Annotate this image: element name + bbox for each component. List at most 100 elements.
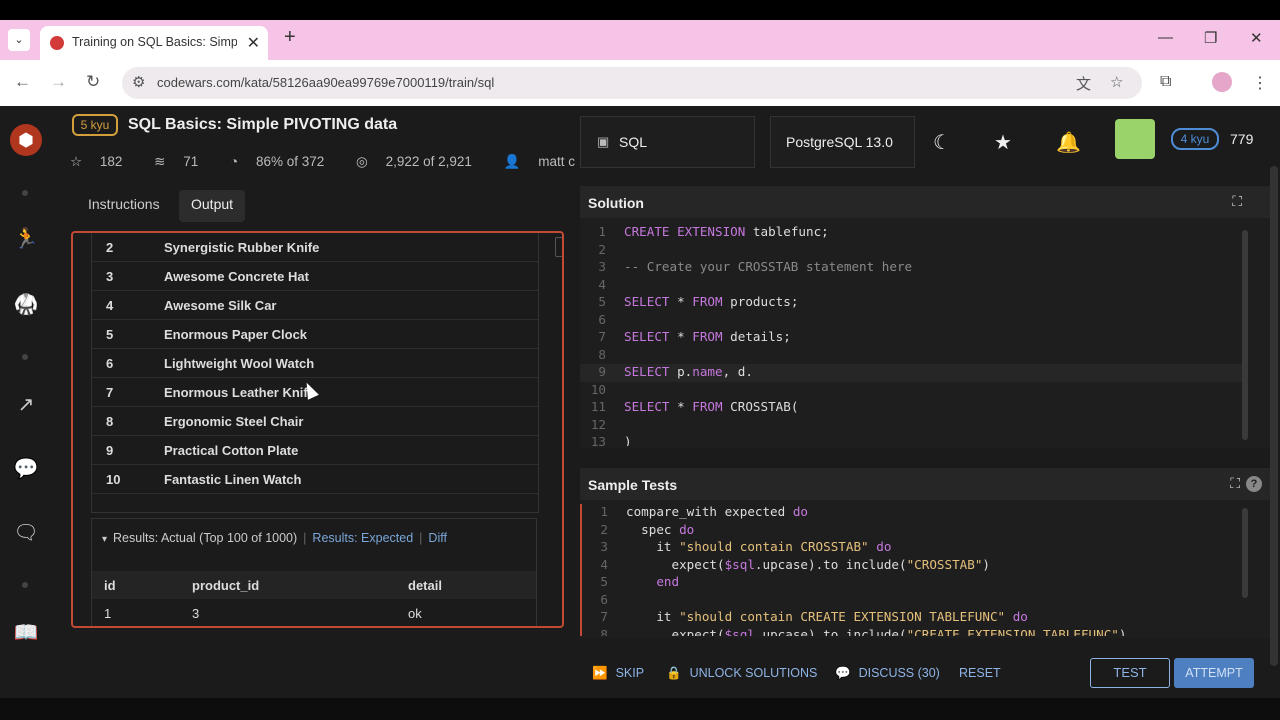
practice-icon[interactable]: 🏃 bbox=[13, 226, 39, 251]
kumite-icon[interactable]: 🥋 bbox=[13, 292, 39, 317]
skip-button[interactable]: ⏩ SKIP bbox=[592, 666, 644, 681]
code-line: 8 bbox=[598, 346, 606, 362]
kata-title[interactable]: SQL Basics: Simple PIVOTING data bbox=[128, 116, 397, 134]
collections-stat: ≋ 71 bbox=[154, 154, 199, 169]
url-text: codewars.com/kata/58126aa90ea99769e70001… bbox=[157, 75, 495, 90]
code-line-active: 9 SELECT p.name, d. bbox=[580, 364, 1245, 382]
close-tab-icon[interactable]: ✕ bbox=[247, 33, 260, 53]
bookmark-star-icon[interactable]: ☆ bbox=[1110, 73, 1123, 91]
codewars-favicon-icon bbox=[50, 36, 64, 50]
stars-stat: ☆ 182 bbox=[70, 154, 123, 169]
page-scrollbar[interactable] bbox=[1270, 166, 1278, 666]
restore-icon[interactable]: ❐ bbox=[1204, 29, 1217, 47]
solution-title: Solution bbox=[588, 195, 644, 211]
profile-avatar[interactable] bbox=[1212, 72, 1232, 92]
browser-toolbar: ← → ↻ ⚙ codewars.com/kata/58126aa90ea997… bbox=[0, 60, 1280, 106]
user-icon: 👤 bbox=[503, 154, 521, 169]
solution-editor[interactable]: 1 CREATE EXTENSION tablefunc; 2 3 -- Creat… bbox=[580, 224, 1245, 446]
skip-icon: ⏩ bbox=[592, 666, 608, 680]
reset-button[interactable]: RESET bbox=[959, 666, 1001, 680]
new-tab-button[interactable]: + bbox=[284, 26, 296, 49]
language-label: SQL bbox=[619, 134, 648, 150]
expand-icon[interactable]: ⛶ bbox=[1230, 475, 1240, 492]
solution-scrollbar[interactable] bbox=[1242, 230, 1248, 440]
address-bar[interactable]: ⚙ codewars.com/kata/58126aa90ea99769e700… bbox=[122, 67, 1142, 99]
code-line: 1 CREATE EXTENSION tablefunc; bbox=[598, 224, 829, 239]
discuss-button[interactable]: 💬 DISCUSS (30) bbox=[835, 666, 940, 681]
output-panel: 2 Synergistic Rubber Knife 3 Awesome Concr… bbox=[71, 231, 564, 628]
code-line: 1 compare_with expected do bbox=[600, 504, 808, 519]
bookmark-icon[interactable]: ★ bbox=[994, 130, 1012, 155]
back-icon[interactable]: ← bbox=[14, 72, 31, 92]
forward-icon[interactable]: → bbox=[50, 72, 67, 92]
help-icon[interactable]: ? bbox=[1246, 476, 1262, 492]
table-row: 9 Practical Cotton Plate bbox=[92, 436, 538, 465]
code-line: 5 end bbox=[600, 574, 680, 589]
tests-header: Sample Tests ⛶ ? bbox=[580, 468, 1270, 500]
tab-instructions[interactable]: Instructions bbox=[76, 190, 172, 222]
code-line: 6 bbox=[600, 591, 608, 607]
honor-count: 779 bbox=[1230, 131, 1254, 147]
leaderboards-icon[interactable]: ↗ bbox=[13, 392, 39, 417]
browser-tab-title: Training on SQL Basics: Simple P bbox=[72, 35, 237, 49]
sample-tests-panel: Sample Tests ⛶ ? 1 compare_with expected … bbox=[580, 468, 1270, 638]
author-stat[interactable]: 👤 matt c bbox=[504, 154, 589, 169]
code-line: 5 SELECT * FROM products; bbox=[598, 294, 799, 309]
diff-link[interactable]: Diff bbox=[428, 531, 447, 545]
code-line: 4 expect($sql.upcase).to include("CROSST… bbox=[600, 556, 990, 572]
code-line: 2 bbox=[598, 241, 606, 257]
reload-icon[interactable]: ↻ bbox=[86, 72, 100, 92]
user-avatar[interactable] bbox=[1115, 119, 1155, 159]
results-actual-label[interactable]: Results: Actual (Top 100 of 1000) bbox=[113, 531, 297, 545]
browser-menu-icon[interactable]: ⋮ bbox=[1252, 73, 1268, 93]
results-expected-link[interactable]: Results: Expected bbox=[312, 531, 413, 545]
satisfaction-stat: ◔ 86% of 372 bbox=[230, 154, 325, 169]
language-select[interactable]: ▣ SQL bbox=[580, 116, 755, 168]
output-scrollbar[interactable] bbox=[555, 237, 562, 257]
code-line: 4 bbox=[598, 276, 606, 292]
collections-icon: ≋ bbox=[154, 154, 166, 169]
unlock-solutions-button[interactable]: 🔒 UNLOCK SOLUTIONS bbox=[666, 666, 817, 681]
codewars-logo-icon[interactable]: ⬢ bbox=[10, 124, 42, 156]
database-icon: ▣ bbox=[597, 134, 610, 149]
tab-list-button[interactable]: ⌄ bbox=[8, 29, 30, 51]
version-select[interactable]: PostgreSQL 13.0 bbox=[770, 116, 915, 168]
editor-toolbar: ▣ SQL PostgreSQL 13.0 ☾ ★ 🔔 4 kyu 779 bbox=[580, 116, 1280, 168]
bell-icon[interactable]: 🔔 bbox=[1056, 130, 1081, 155]
code-line: 7 SELECT * FROM details; bbox=[598, 329, 791, 344]
chat-icon[interactable]: 💬 bbox=[13, 456, 39, 481]
code-line: 10 bbox=[590, 381, 606, 397]
star-icon: ☆ bbox=[70, 154, 83, 169]
code-line: 6 bbox=[598, 311, 606, 327]
chevron-down-icon[interactable]: ▾ bbox=[102, 534, 107, 545]
minimize-icon[interactable]: — bbox=[1158, 29, 1173, 46]
table-row: 2 Synergistic Rubber Knife bbox=[92, 233, 538, 262]
screen: ⌄ Training on SQL Basics: Simple P ✕ + —… bbox=[0, 0, 1280, 720]
solution-panel: Solution ⛶ 1 CREATE EXTENSION tablefunc; … bbox=[580, 186, 1270, 448]
window-close-icon[interactable]: ✕ bbox=[1250, 29, 1263, 47]
table-row: 10 Fantastic Linen Watch bbox=[92, 465, 538, 494]
expand-icon[interactable]: ⛶ bbox=[1232, 193, 1242, 210]
test-button[interactable]: TEST bbox=[1090, 658, 1170, 688]
tests-editor[interactable]: 1 compare_with expected do 2 spec do 3 it… bbox=[580, 504, 1250, 636]
discussions-icon[interactable]: 🗨 bbox=[13, 520, 39, 545]
lock-icon: 🔒 bbox=[666, 666, 682, 680]
solution-header: Solution ⛶ bbox=[580, 186, 1270, 218]
products-results-table: 2 Synergistic Rubber Knife 3 Awesome Concr… bbox=[91, 233, 539, 513]
translate-icon[interactable]: 文 bbox=[1076, 73, 1091, 94]
tests-scrollbar[interactable] bbox=[1242, 508, 1248, 598]
browser-tab-active[interactable]: Training on SQL Basics: Simple P ✕ bbox=[40, 26, 268, 60]
results-box: ▾ Results: Actual (Top 100 of 1000) | Resul… bbox=[91, 518, 537, 626]
completions-stat: ◎ 2,922 of 2,921 bbox=[356, 154, 472, 169]
column-header: detail bbox=[408, 578, 442, 593]
attempt-button[interactable]: ATTEMPT bbox=[1174, 658, 1254, 688]
docs-icon[interactable]: 📖 bbox=[13, 620, 39, 645]
extensions-icon[interactable]: ⧉ bbox=[1160, 73, 1171, 91]
column-header: id bbox=[104, 578, 116, 593]
codewars-app: ⬢ 🏃 🥋 ↗ 💬 🗨 📖 5 kyu SQL Basics: Simple P… bbox=[0, 106, 1280, 698]
chevron-down-icon: ⌄ bbox=[14, 34, 24, 46]
table-row: 1 3 ok bbox=[104, 606, 422, 621]
tab-output[interactable]: Output bbox=[179, 190, 246, 222]
moon-icon[interactable]: ☾ bbox=[933, 130, 951, 155]
site-info-icon[interactable]: ⚙ bbox=[132, 73, 145, 91]
